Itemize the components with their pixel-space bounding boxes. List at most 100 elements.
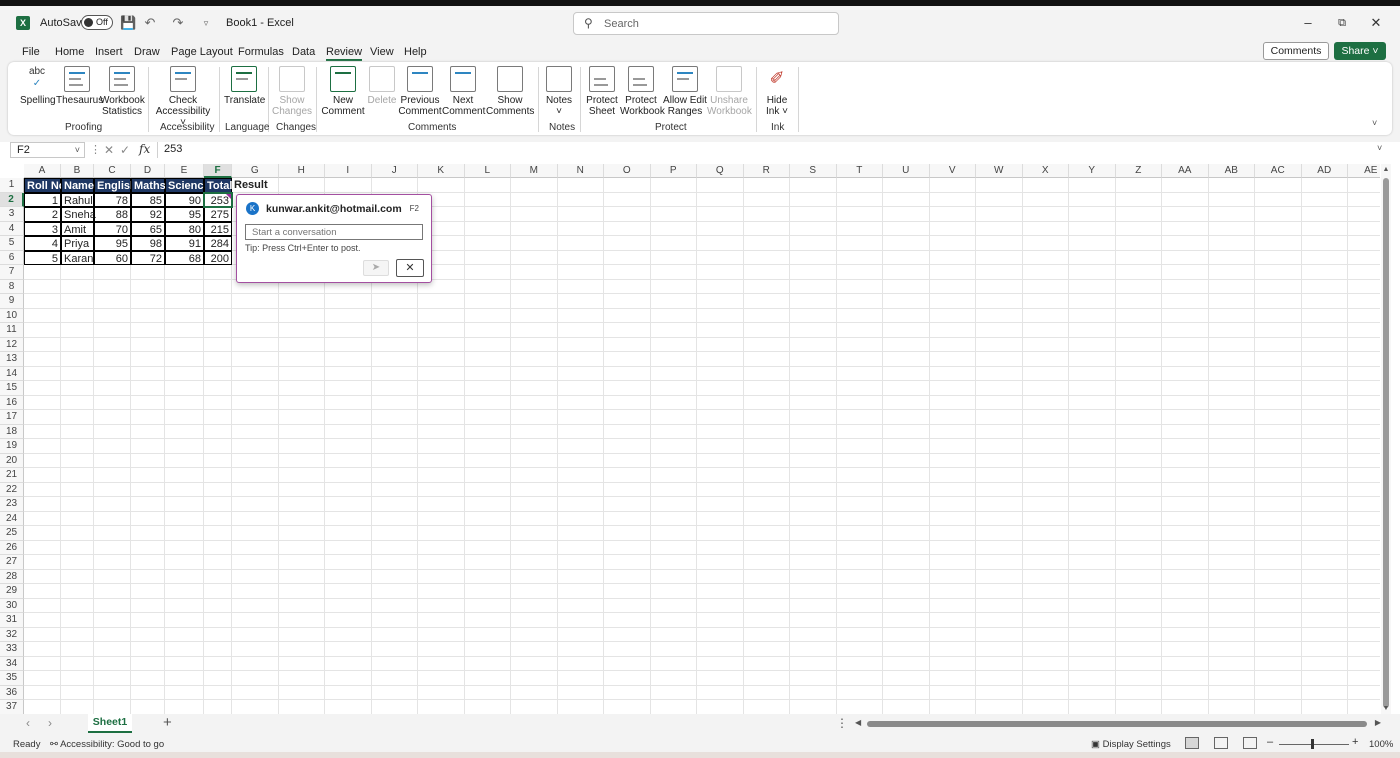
cancel-entry-icon[interactable]: ✕ [104, 143, 114, 157]
cell[interactable] [790, 337, 837, 352]
cell[interactable] [557, 526, 604, 541]
cell[interactable] [1301, 352, 1348, 367]
cell[interactable] [165, 598, 204, 613]
cell[interactable] [604, 279, 651, 294]
cell[interactable] [1255, 526, 1302, 541]
cell[interactable] [131, 526, 165, 541]
table-cell[interactable]: 3 [24, 221, 61, 236]
cell[interactable] [1069, 250, 1116, 265]
cell[interactable] [511, 236, 558, 251]
cell[interactable] [1022, 685, 1069, 700]
cell[interactable] [325, 598, 372, 613]
cell[interactable] [1208, 555, 1255, 570]
cell[interactable] [836, 656, 883, 671]
table-cell[interactable]: 92 [131, 207, 165, 222]
cell[interactable] [557, 410, 604, 425]
cell[interactable] [836, 584, 883, 599]
cell[interactable] [418, 410, 465, 425]
cell[interactable] [743, 700, 790, 714]
comment-indicator-icon[interactable] [226, 193, 231, 199]
cell[interactable] [976, 700, 1023, 714]
cell[interactable] [418, 352, 465, 367]
table-cell[interactable]: 2 [24, 207, 61, 222]
cell[interactable] [836, 395, 883, 410]
row-header[interactable]: 5 [0, 236, 24, 251]
cell[interactable] [790, 424, 837, 439]
cell[interactable] [743, 598, 790, 613]
cell[interactable] [604, 656, 651, 671]
column-header[interactable]: C [94, 164, 131, 178]
cell[interactable] [790, 569, 837, 584]
cell[interactable] [464, 642, 511, 657]
cell[interactable] [883, 265, 930, 280]
cell[interactable] [650, 323, 697, 338]
cell[interactable] [165, 279, 204, 294]
table-cell[interactable]: 1 [24, 192, 61, 207]
cell[interactable] [1162, 482, 1209, 497]
cell[interactable] [697, 250, 744, 265]
cell[interactable] [743, 207, 790, 222]
cell[interactable] [1301, 526, 1348, 541]
table-header-cell[interactable]: English [94, 178, 137, 193]
check-accessibility-button[interactable]: Check Accessibility ˅ [152, 66, 214, 128]
cell[interactable] [976, 337, 1023, 352]
autosave-toggle[interactable]: Off [81, 15, 113, 30]
row-header[interactable]: 8 [0, 279, 24, 294]
cell[interactable] [24, 410, 61, 425]
cell[interactable] [204, 627, 232, 642]
cell[interactable] [165, 656, 204, 671]
cell[interactable] [464, 192, 511, 207]
cell[interactable] [131, 642, 165, 657]
cell[interactable] [790, 598, 837, 613]
cell[interactable] [1348, 251, 1380, 265]
cell[interactable] [204, 642, 232, 657]
row-header[interactable]: 35 [0, 671, 24, 686]
cell[interactable] [929, 178, 976, 193]
cell[interactable] [464, 381, 511, 396]
cell[interactable] [1208, 178, 1255, 193]
cell[interactable] [1208, 511, 1255, 526]
menu-help[interactable]: Help [404, 46, 427, 58]
cell[interactable] [94, 598, 131, 613]
cell[interactable] [1115, 656, 1162, 671]
cell[interactable] [371, 395, 418, 410]
cell[interactable] [976, 526, 1023, 541]
cell[interactable] [790, 656, 837, 671]
column-header[interactable]: A [24, 164, 61, 178]
cell[interactable] [131, 482, 165, 497]
search-box[interactable]: ⚲ Search [573, 12, 839, 35]
cell[interactable] [883, 439, 930, 454]
cell[interactable] [325, 453, 372, 468]
cell[interactable] [278, 656, 325, 671]
menu-file[interactable]: File [22, 46, 40, 58]
cell[interactable] [1022, 453, 1069, 468]
cell[interactable] [371, 613, 418, 628]
cell[interactable] [1022, 250, 1069, 265]
cell[interactable] [836, 453, 883, 468]
cell[interactable] [1115, 569, 1162, 584]
table-header-cell[interactable]: Roll No [24, 178, 66, 193]
cell[interactable] [1208, 526, 1255, 541]
cell[interactable] [1069, 395, 1116, 410]
cell[interactable] [1301, 700, 1348, 714]
cell[interactable] [929, 526, 976, 541]
cell[interactable] [557, 555, 604, 570]
cell[interactable] [929, 279, 976, 294]
table-cell[interactable]: Sneha [61, 207, 96, 222]
cell[interactable] [557, 178, 604, 193]
cell[interactable] [929, 584, 976, 599]
zoom-out-icon[interactable]: – [1267, 736, 1273, 748]
cell[interactable] [976, 671, 1023, 686]
cell[interactable] [836, 236, 883, 251]
cell[interactable] [790, 511, 837, 526]
cell[interactable] [697, 555, 744, 570]
cell[interactable] [557, 207, 604, 222]
cell[interactable] [697, 700, 744, 714]
cell[interactable] [929, 337, 976, 352]
cell[interactable] [1069, 685, 1116, 700]
cell[interactable] [790, 526, 837, 541]
cell[interactable] [1069, 207, 1116, 222]
cell[interactable] [836, 207, 883, 222]
cell[interactable] [650, 671, 697, 686]
cell[interactable] [94, 308, 131, 323]
